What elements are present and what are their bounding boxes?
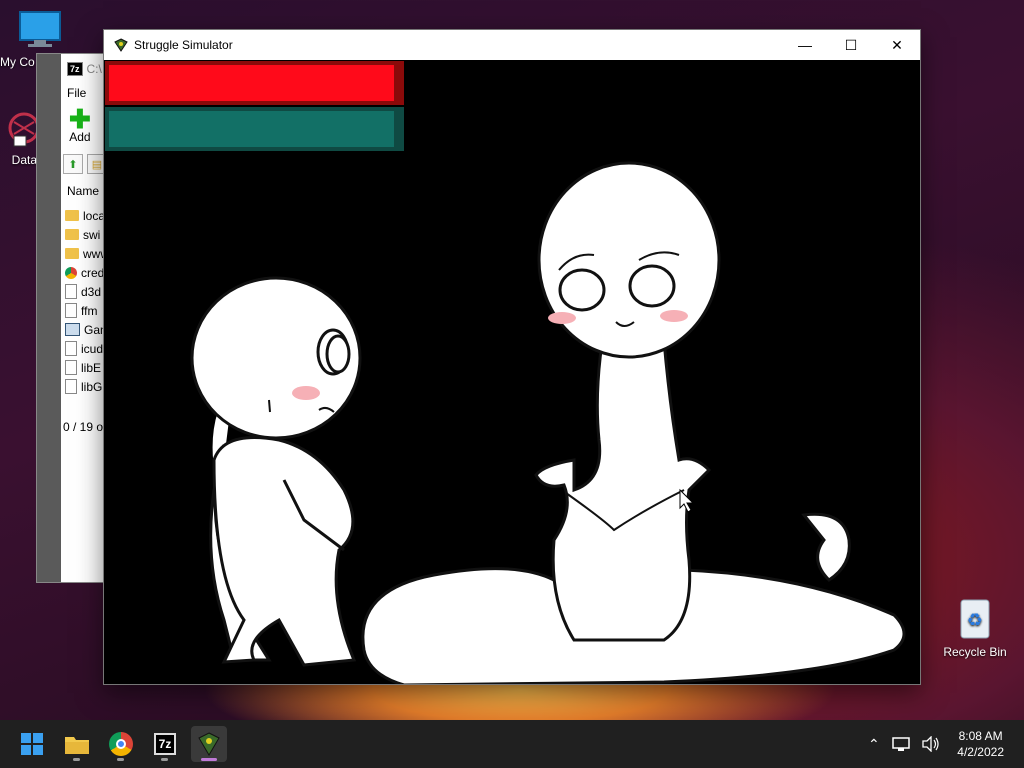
titlebar[interactable]: Struggle Simulator — ☐ ✕ <box>104 30 920 60</box>
dll-file-icon <box>65 284 77 299</box>
7zip-titlebar[interactable]: 7z C:\ <box>67 60 102 78</box>
file-name: libG <box>81 379 103 394</box>
chevron-up-icon[interactable]: ⌃ <box>868 736 880 753</box>
desktop-icon-label: Recycle Bin <box>943 645 1007 659</box>
7zip-icon: 7z <box>153 733 177 755</box>
game-window[interactable]: Struggle Simulator — ☐ ✕ <box>103 29 921 685</box>
running-indicator <box>73 758 80 761</box>
file-name: ffm <box>81 303 98 318</box>
7zip-title: C:\ <box>86 62 102 76</box>
system-tray: ⌃ <box>868 720 940 768</box>
chrome-icon <box>65 266 77 279</box>
folder-icon <box>65 737 89 754</box>
file-name: libE <box>81 360 102 375</box>
running-indicator <box>161 758 168 761</box>
up-folder-icon[interactable]: ⬆ <box>63 154 83 174</box>
game-scene <box>190 161 906 684</box>
file-name: loca <box>83 208 106 223</box>
file-icon <box>65 341 77 356</box>
add-button-label: Add <box>69 130 91 144</box>
maximize-button[interactable]: ☐ <box>828 30 874 60</box>
volume-icon[interactable] <box>922 736 940 752</box>
clock[interactable]: 8:08 AM 4/2/2022 <box>957 728 1004 760</box>
start-button[interactable] <box>14 726 50 762</box>
running-indicator <box>117 758 124 761</box>
window-title: Struggle Simulator <box>134 38 233 52</box>
file-name: icud <box>81 341 104 356</box>
blush-mark <box>660 310 688 322</box>
minimize-button[interactable]: — <box>782 30 828 60</box>
tall-character <box>361 161 906 684</box>
small-character <box>190 276 362 667</box>
7zip-logo-icon: 7z <box>67 62 83 76</box>
recycle-bin-icon: ♻ <box>960 599 990 639</box>
blush-mark <box>292 386 320 400</box>
running-indicator <box>201 758 217 761</box>
taskbar-7zip[interactable]: 7z <box>147 726 183 762</box>
folder-icon <box>65 229 79 240</box>
dll-file-icon <box>65 379 77 394</box>
clock-time: 8:08 AM <box>958 729 1003 743</box>
window-controls: — ☐ ✕ <box>782 30 920 60</box>
file-name: cred <box>81 265 105 280</box>
close-button[interactable]: ✕ <box>874 30 920 60</box>
taskbar-file-explorer[interactable] <box>59 726 95 762</box>
menu-file[interactable]: File <box>67 86 86 100</box>
taskbar: 7z ⌃ 8:08 AM 4/2/2022 <box>0 720 1024 768</box>
add-icon: ✚ <box>69 104 91 134</box>
windows-start-icon <box>21 733 43 755</box>
game-canvas[interactable] <box>104 60 920 684</box>
game-app-icon <box>114 38 128 52</box>
taskbar-chrome[interactable] <box>103 726 139 762</box>
game-icon <box>198 732 220 756</box>
exe-file-icon <box>65 323 80 336</box>
blush-mark <box>548 312 576 324</box>
network-icon[interactable] <box>891 736 910 752</box>
file-name: swi <box>83 227 101 242</box>
clock-date: 4/2/2022 <box>957 745 1004 759</box>
svg-text:♻: ♻ <box>967 610 983 631</box>
file-name: d3d <box>81 284 102 299</box>
taskbar-struggle-simulator[interactable] <box>191 726 227 762</box>
monitor-icon <box>19 11 61 47</box>
7zip-window-shadow <box>37 54 61 582</box>
dll-file-icon <box>65 360 77 375</box>
folder-icon <box>65 248 79 259</box>
add-button[interactable]: ✚ Add <box>69 104 91 144</box>
folder-icon <box>65 210 79 221</box>
chrome-icon <box>109 732 133 756</box>
desktop-icon-recycle-bin[interactable]: ♻ Recycle Bin <box>935 596 1015 659</box>
dll-file-icon <box>65 303 77 318</box>
column-header-name[interactable]: Name <box>67 184 99 198</box>
